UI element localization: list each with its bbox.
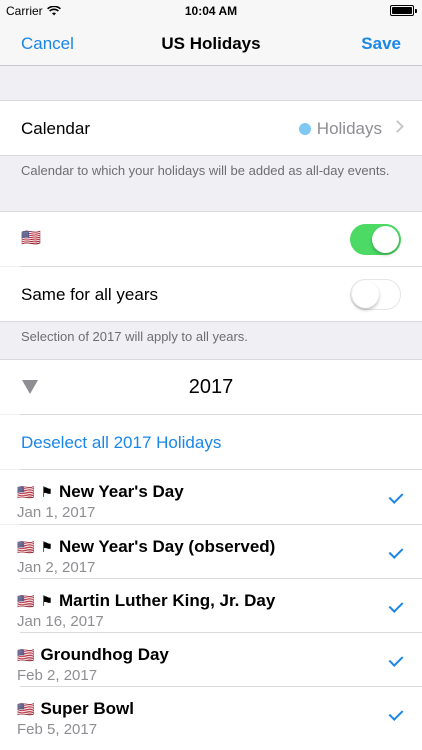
toggle-knob [372, 226, 399, 253]
holiday-name: 🇺🇸 ⚑ Martin Luther King, Jr. Day [17, 591, 275, 611]
page-title: US Holidays [161, 34, 261, 53]
holiday-name-label: New Year's Day [59, 482, 184, 501]
holiday-date: Jan 2, 2017 [17, 559, 96, 576]
same-for-all-years-toggle[interactable] [350, 279, 401, 310]
holiday-date: Feb 5, 2017 [17, 721, 98, 738]
us-flag-icon: 🇺🇸 [17, 646, 35, 663]
holiday-row[interactable]: 🇺🇸 ⚑ New Year's Day (observed) Jan 2, 20… [0, 525, 422, 579]
checkmark-icon [388, 598, 404, 613]
holiday-name: 🇺🇸 Groundhog Day [17, 645, 169, 665]
holiday-name: 🇺🇸 ⚑ New Year's Day [17, 482, 184, 502]
same-years-note: Selection of 2017 will apply to all year… [21, 329, 248, 344]
holiday-row[interactable]: 🇺🇸 ⚑ Martin Luther King, Jr. Day Jan 16,… [0, 579, 422, 633]
status-time: 10:04 AM [184, 4, 238, 18]
holiday-row[interactable]: 🇺🇸 Groundhog Day Feb 2, 2017 [0, 633, 422, 687]
battery-icon [390, 5, 417, 16]
flag-marker-icon: ⚑ [40, 538, 53, 555]
save-button[interactable]: Save [361, 34, 401, 54]
deselect-all-button[interactable]: Deselect all 2017 Holidays [21, 433, 221, 453]
holiday-name-label: New Year's Day (observed) [59, 537, 276, 556]
holiday-date: Jan 1, 2017 [17, 504, 96, 521]
holiday-date: Jan 16, 2017 [17, 613, 104, 630]
us-flag-icon: 🇺🇸 [17, 592, 35, 609]
holiday-name-label: Super Bowl [40, 699, 134, 718]
flag-marker-icon: ⚑ [40, 592, 53, 609]
divider [0, 155, 422, 156]
checkmark-icon [388, 652, 404, 667]
holiday-name: 🇺🇸 ⚑ New Year's Day (observed) [17, 537, 275, 557]
us-flag-icon: 🇺🇸 [17, 483, 35, 500]
divider [0, 321, 422, 322]
year-row[interactable]: 2017 [0, 360, 422, 414]
checkmark-icon [388, 489, 404, 504]
calendar-color-dot-icon [298, 123, 311, 135]
navigation-bar: Cancel US Holidays Save [0, 22, 422, 66]
holiday-row[interactable]: 🇺🇸 Super Bowl Feb 5, 2017 [0, 687, 422, 750]
same-for-all-years-row: Same for all years [0, 267, 422, 321]
year-label: 2017 [188, 376, 234, 398]
calendar-row[interactable]: Calendar Holidays [0, 101, 422, 155]
checkmark-icon [388, 544, 404, 559]
status-bar: Carrier 10:04 AM [0, 0, 422, 22]
us-flag-icon: 🇺🇸 [17, 538, 35, 555]
flag-marker-icon: ⚑ [40, 483, 53, 500]
holiday-name: 🇺🇸 Super Bowl [17, 699, 134, 719]
country-toggle[interactable] [350, 224, 401, 255]
holiday-row[interactable]: 🇺🇸 ⚑ New Year's Day Jan 1, 2017 [0, 470, 422, 524]
country-row: 🇺🇸 [0, 212, 422, 266]
calendar-value: Holidays [298, 119, 382, 139]
holiday-date: Feb 2, 2017 [17, 667, 98, 684]
deselect-row[interactable]: Deselect all 2017 Holidays [0, 415, 422, 469]
us-flag-icon: 🇺🇸 [21, 230, 41, 247]
holiday-name-label: Martin Luther King, Jr. Day [59, 591, 276, 610]
calendar-value-label: Holidays [316, 119, 382, 138]
holiday-name-label: Groundhog Day [40, 645, 169, 664]
same-for-all-years-label: Same for all years [21, 285, 158, 304]
us-flag-icon: 🇺🇸 [17, 700, 35, 717]
calendar-note: Calendar to which your holidays will be … [21, 163, 390, 178]
calendar-label: Calendar [21, 119, 90, 138]
toggle-knob [352, 281, 379, 308]
checkmark-icon [388, 706, 404, 721]
chevron-right-icon [391, 120, 404, 133]
